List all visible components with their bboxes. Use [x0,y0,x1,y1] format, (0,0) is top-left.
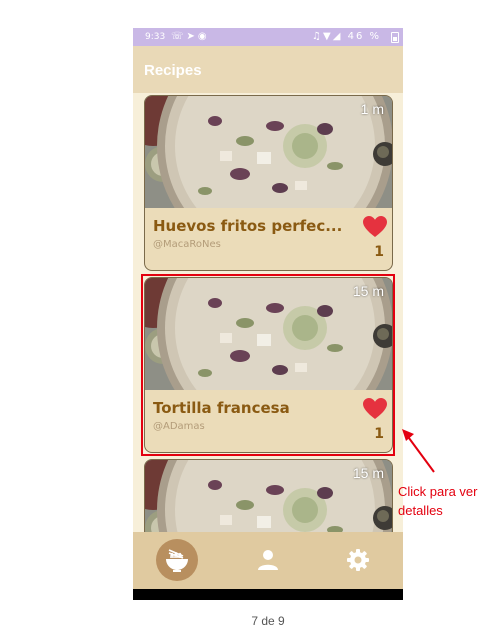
gesture-bar [133,589,403,600]
page-indicator: 7 de 9 [251,614,285,628]
notification-icons: ☏➤◉ [171,31,210,42]
mute-icon: ♫ [312,31,323,42]
nav-recipes[interactable] [133,532,223,589]
battery-icon [391,32,399,43]
highlight-box [141,274,395,456]
recipe-name: Huevos fritos perfec... [153,217,343,235]
status-time: 9:33 [145,32,166,42]
page-title: Recipes [144,62,202,79]
annotation-callout: Click para ver detalles [398,484,478,518]
recipe-duration: 1 m [360,101,384,117]
signal-icon: ◢ [332,31,343,42]
battery-percent: 46 % [347,31,381,42]
recipe-duration: 15 m [352,465,384,481]
nav-settings[interactable] [313,532,403,589]
app-icon: ◉ [197,31,210,42]
telegram-icon: ➤ [186,31,198,42]
gear-icon [347,549,369,571]
noodle-bowl-icon [166,549,188,572]
like-count: 1 [374,244,384,260]
person-icon [258,550,278,570]
recipe-card[interactable]: 1 m Huevos fritos perfec... @MacaRoNes 1 [144,95,393,271]
recipe-author: @MacaRoNes [153,239,221,250]
heart-icon[interactable] [363,216,387,238]
system-icons: ♫▼◢ 46 % [312,31,381,42]
wifi-icon: ▼ [323,31,333,42]
app-bar: Recipes [133,46,403,93]
nav-profile[interactable] [223,532,313,589]
bottom-navigation [133,532,403,589]
recipe-card[interactable]: 15 m [144,459,393,532]
status-bar: 9:33 ☏➤◉ ♫▼◢ 46 % [133,28,403,46]
arrow-icon [402,429,435,473]
whatsapp-icon: ☏ [171,31,187,42]
recipe-photo [145,96,392,208]
